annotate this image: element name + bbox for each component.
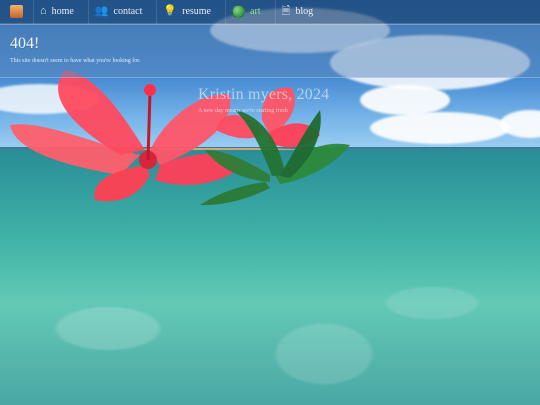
nav-art[interactable]: art <box>225 0 275 24</box>
avatar-icon[interactable] <box>10 5 23 18</box>
error-hero-panel: 404! This site doesn't seem to have what… <box>0 24 540 78</box>
nav-home-label: home <box>51 6 74 17</box>
home-icon: ⌂ <box>40 5 47 17</box>
contacts-icon: 👥 <box>94 5 109 17</box>
lightbulb-icon: 💡 <box>163 5 178 17</box>
nav-resume[interactable]: 💡 resume <box>156 0 225 24</box>
nav-resume-label: resume <box>182 6 211 17</box>
top-navbar: ⌂ home 👥 contact 💡 resume art 🗎 blog <box>0 0 540 24</box>
page-subtitle: This site doesn't seem to have what you'… <box>10 58 141 64</box>
nav-contact[interactable]: 👥 contact <box>87 0 157 24</box>
nav-blog[interactable]: 🗎 blog <box>274 0 328 24</box>
nav-art-label: art <box>250 6 261 17</box>
nav-contact-label: contact <box>113 6 143 17</box>
background-tagline-overlay: A new day means we're starting fresh <box>198 108 288 114</box>
lab-icon <box>232 5 245 18</box>
document-icon: 🗎 <box>281 5 291 17</box>
page-title: 404! <box>10 35 40 52</box>
nav-home[interactable]: ⌂ home <box>33 0 88 24</box>
nav-blog-label: blog <box>295 6 314 17</box>
background-name-overlay: Kristin myers, 2024 <box>198 86 330 103</box>
